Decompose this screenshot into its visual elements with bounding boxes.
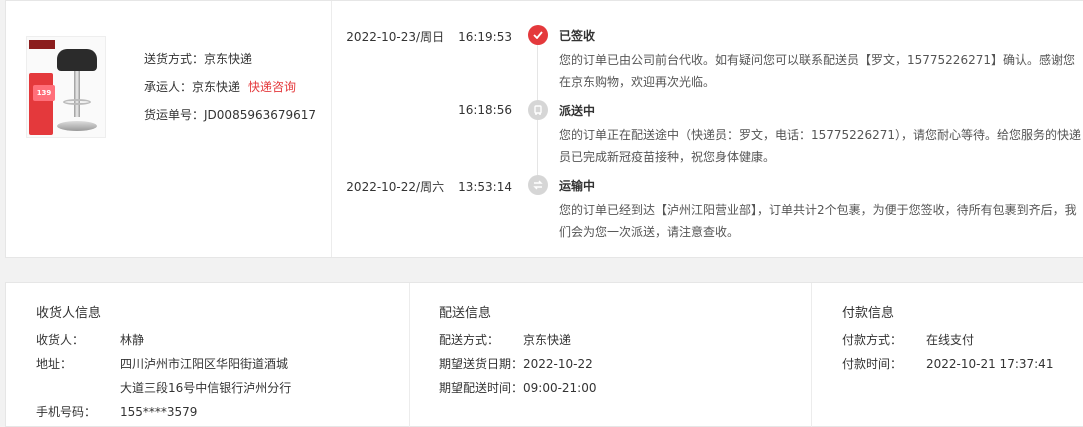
carrier-row: 承运人：京东快递 快递咨询 <box>144 73 316 101</box>
stool-pole-shape <box>74 71 80 117</box>
waybill-row: 货运单号：JD0085963679617 <box>144 101 316 129</box>
expected-date-label: 期望送货日期： <box>439 357 524 371</box>
timeline-time: 16:19:53 <box>458 30 512 44</box>
delivery-icon <box>528 100 548 120</box>
expected-date-value: 2022-10-22 <box>523 357 593 371</box>
timeline-datetime: 16:18:56 <box>332 103 512 117</box>
timeline-date: 2022-10-23/周日 <box>346 30 445 44</box>
phone-label: 手机号码： <box>36 405 97 419</box>
price-badge: 139 <box>33 85 55 101</box>
address-line-1: 四川泸州市江阳区华阳街道酒城 <box>120 357 289 371</box>
courier-inquiry-link[interactable]: 快递咨询 <box>248 80 296 94</box>
consignee-info-section: 收货人信息 收货人： 林静 地址： 四川泸州市江阳区华阳街道酒城 大道三段16号… <box>6 283 410 427</box>
timeline-date: 2022-10-22/周六 <box>346 180 445 194</box>
timeline-time: 16:18:56 <box>458 103 512 117</box>
waybill-number: JD0085963679617 <box>204 108 317 122</box>
order-info-panel: 收货人信息 收货人： 林静 地址： 四川泸州市江阳区华阳街道酒城 大道三段16号… <box>5 282 1083 427</box>
payment-method-value: 在线支付 <box>926 333 975 347</box>
payment-time-label: 付款时间： <box>842 357 903 371</box>
timeline-status: 派送中 <box>559 104 596 118</box>
product-image[interactable]: 139 <box>26 36 106 138</box>
shipping-method-value: 京东快递 <box>204 52 253 66</box>
carrier-value: 京东快递 <box>192 80 241 94</box>
stool-footrest-shape <box>63 99 91 105</box>
timeline-status: 已签收 <box>559 29 596 43</box>
address-line-2: 大道三段16号中信银行泸州分行 <box>120 381 292 395</box>
payment-info-section: 付款信息 付款方式： 在线支付 付款时间： 2022-10-21 17:37:4… <box>812 283 1083 427</box>
payment-title: 付款信息 <box>842 306 895 321</box>
package-summary: 139 送货方式：京东快递 承运人：京东快递 快递咨询 货运单号：JD008596… <box>6 1 332 257</box>
brand-logo-icon <box>29 40 55 49</box>
delivery-title: 配送信息 <box>439 306 492 321</box>
stool-base-shape <box>57 121 97 131</box>
delivery-method-value: 京东快递 <box>523 333 572 347</box>
expected-time-label: 期望配送时间： <box>439 381 524 395</box>
timeline-description: 您的订单已经到达【泸州江阳营业部】，订单共计2个包裹，为便于您签收，待所有包裹到… <box>559 203 1077 239</box>
waybill-label: 货运单号： <box>144 108 205 122</box>
timeline-datetime: 2022-10-22/周六 13:53:14 <box>332 178 512 195</box>
transit-icon <box>528 175 548 195</box>
timeline-status: 运输中 <box>559 179 596 193</box>
expected-time-value: 09:00-21:00 <box>523 381 597 395</box>
timeline-time: 13:53:14 <box>458 180 512 194</box>
delivery-info-section: 配送信息 配送方式： 京东快递 期望送货日期： 2022-10-22 期望配送时… <box>410 283 812 427</box>
consignee-name: 林静 <box>120 333 145 347</box>
package-tracking-panel: 139 送货方式：京东快递 承运人：京东快递 快递咨询 货运单号：JD008596… <box>5 0 1083 258</box>
phone-number: 155****3579 <box>120 405 198 419</box>
tracking-timeline: 2022-10-23/周日 16:19:53 已签收 您的订单已由公司前台代收。如… <box>332 1 1083 257</box>
consignee-name-label: 收货人： <box>36 333 85 347</box>
package-info: 送货方式：京东快递 承运人：京东快递 快递咨询 货运单号：JD0085963679… <box>144 45 316 129</box>
promo-banner <box>29 73 53 135</box>
stool-seat-shape <box>57 49 97 71</box>
payment-time-value: 2022-10-21 17:37:41 <box>926 357 1054 371</box>
shipping-method-row: 送货方式：京东快递 <box>144 45 316 73</box>
timeline-datetime: 2022-10-23/周日 16:19:53 <box>332 28 512 45</box>
consignee-title: 收货人信息 <box>36 306 102 321</box>
check-icon <box>528 25 548 45</box>
address-label: 地址： <box>36 357 73 371</box>
delivery-method-label: 配送方式： <box>439 333 500 347</box>
shipping-method-label: 送货方式： <box>144 52 205 66</box>
timeline-description: 您的订单正在配送途中（快递员：罗文，电话：15775226271），请您耐心等待… <box>559 128 1081 164</box>
carrier-label: 承运人： <box>144 80 193 94</box>
timeline-description: 您的订单已由公司前台代收。如有疑问您可以联系配送员【罗文，15775226271… <box>559 53 1075 89</box>
payment-method-label: 付款方式： <box>842 333 903 347</box>
